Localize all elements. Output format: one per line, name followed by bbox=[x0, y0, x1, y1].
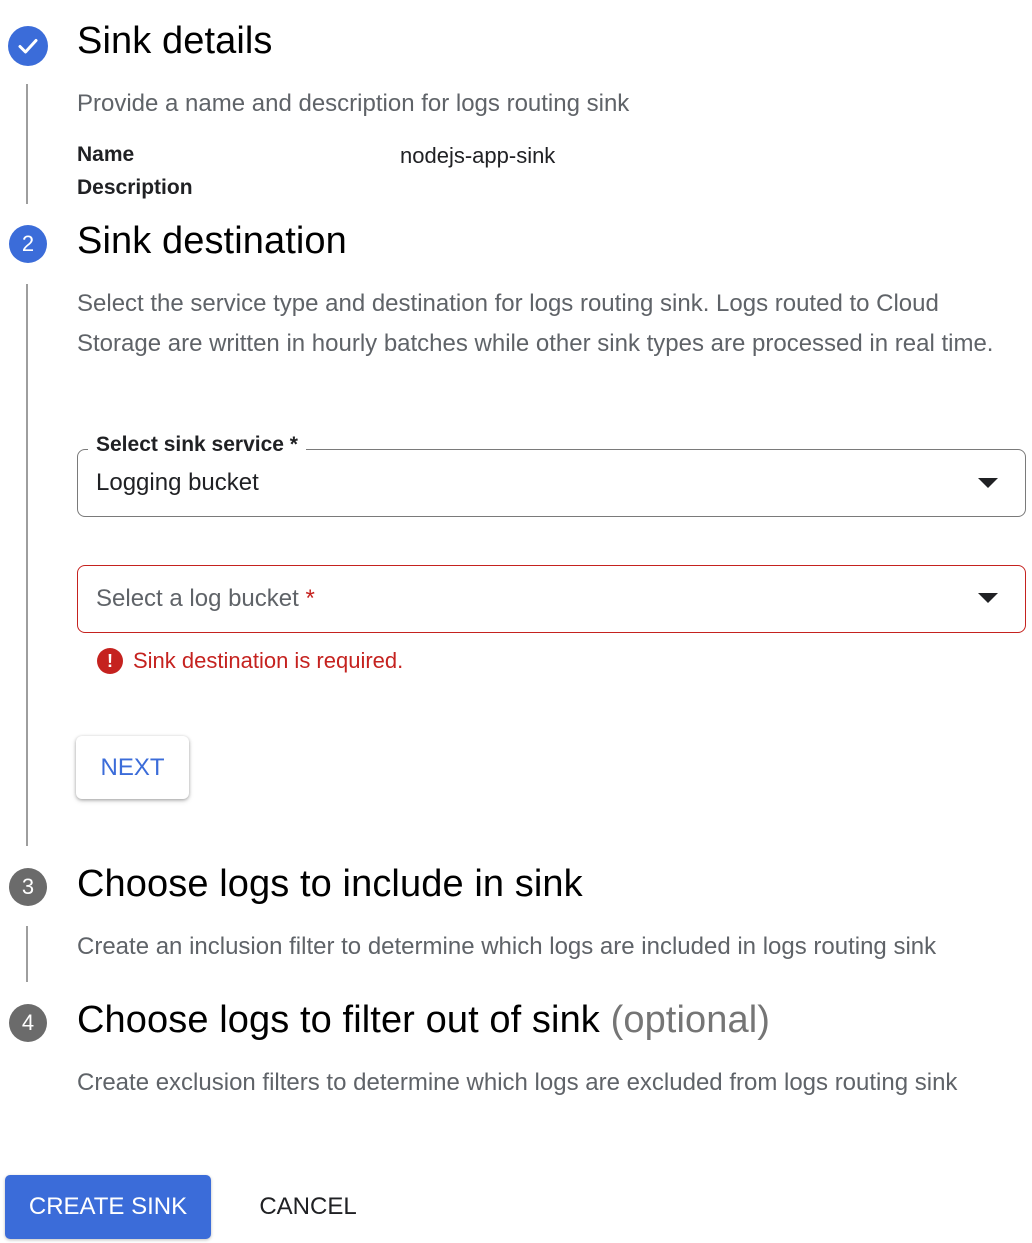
error-icon: ! bbox=[97, 648, 123, 674]
next-button[interactable]: NEXT bbox=[76, 736, 189, 799]
step-4-marker: 4 bbox=[9, 1004, 47, 1042]
name-label: Name bbox=[77, 143, 135, 166]
description-label: Description bbox=[77, 176, 193, 199]
step-1-complete-marker bbox=[8, 26, 48, 66]
sink-service-value: Logging bucket bbox=[96, 469, 259, 496]
sink-destination-error: ! Sink destination is required. bbox=[97, 648, 403, 674]
log-bucket-placeholder: Select a log bucket * bbox=[96, 585, 315, 613]
name-value: nodejs-app-sink bbox=[400, 143, 556, 168]
step-3-marker: 3 bbox=[9, 868, 47, 906]
step-3-title[interactable]: Choose logs to include in sink bbox=[77, 863, 583, 906]
log-bucket-placeholder-text: Select a log bucket bbox=[96, 585, 306, 612]
step-3-description: Create an inclusion filter to determine … bbox=[77, 933, 937, 960]
step-1-connector bbox=[26, 84, 28, 204]
step-2-connector bbox=[26, 284, 28, 846]
chevron-down-icon bbox=[978, 593, 998, 603]
required-asterisk: * bbox=[305, 585, 315, 612]
create-sink-button[interactable]: CREATE SINK bbox=[5, 1175, 211, 1239]
step-1-description: Provide a name and description for logs … bbox=[77, 90, 630, 117]
chevron-down-icon bbox=[978, 478, 998, 488]
step-2-marker: 2 bbox=[9, 225, 47, 263]
optional-tag: (optional) bbox=[610, 999, 770, 1041]
check-icon bbox=[18, 39, 38, 54]
step-4-title[interactable]: Choose logs to filter out of sink (optio… bbox=[77, 999, 770, 1042]
cancel-button[interactable]: CANCEL bbox=[238, 1175, 378, 1239]
error-message: Sink destination is required. bbox=[133, 648, 404, 673]
step-2-title[interactable]: Sink destination bbox=[77, 220, 347, 263]
step-3-connector bbox=[26, 926, 28, 982]
sink-service-label: Select sink service * bbox=[88, 433, 306, 457]
step-4-description: Create exclusion filters to determine wh… bbox=[77, 1069, 958, 1096]
step-2-description: Select the service type and destination … bbox=[77, 290, 994, 357]
step-4-title-text: Choose logs to filter out of sink bbox=[77, 999, 611, 1041]
step-1-title[interactable]: Sink details bbox=[77, 20, 273, 63]
